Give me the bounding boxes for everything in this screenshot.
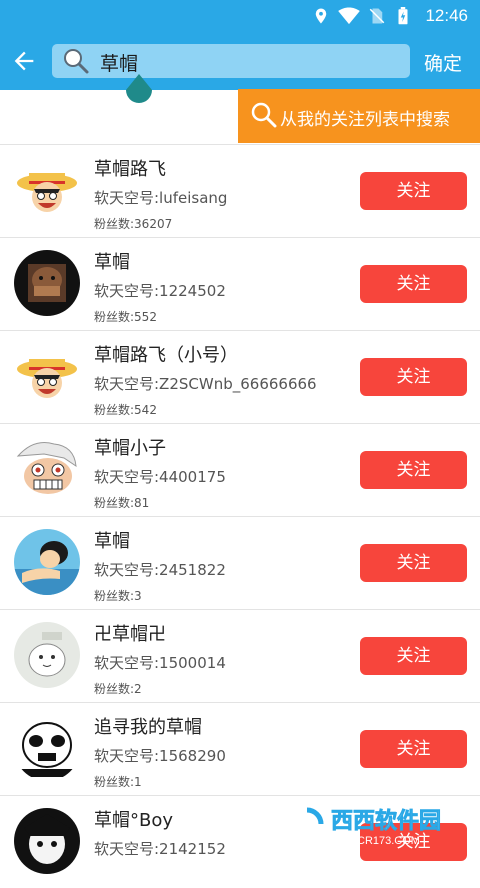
follow-button[interactable]: 关注 xyxy=(360,730,467,768)
avatar xyxy=(14,157,80,223)
follow-button[interactable]: 关注 xyxy=(360,544,467,582)
user-name: 草帽路飞（小号） xyxy=(94,345,238,366)
list-item[interactable]: 草帽小子 软天空号:4400175 粉丝数:81 关注 xyxy=(0,423,480,516)
watermark-sub: CR173.COM xyxy=(357,835,420,847)
list-item[interactable]: 卍草帽卍 软天空号:1500014 粉丝数:2 关注 xyxy=(0,609,480,702)
avatar xyxy=(14,529,80,595)
avatar xyxy=(14,343,80,409)
avatar xyxy=(14,808,80,874)
list-item[interactable]: 草帽路飞 软天空号:lufeisang 粉丝数:36207 关注 xyxy=(0,144,480,237)
user-id: 软天空号:1568290 xyxy=(94,747,226,765)
search-follow-list-button[interactable]: 从我的关注列表中搜索 xyxy=(238,89,480,143)
follow-button[interactable]: 关注 xyxy=(360,451,467,489)
fans-count: 粉丝数:81 xyxy=(94,496,150,510)
user-result-list: 草帽路飞 软天空号:lufeisang 粉丝数:36207 关注 草帽 软天空号… xyxy=(0,144,480,888)
user-id: 软天空号:1224502 xyxy=(94,282,226,300)
location-icon xyxy=(315,8,327,24)
user-id: 软天空号:2142152 xyxy=(94,840,226,858)
status-time: 12:46 xyxy=(425,6,468,25)
fans-count: 粉丝数:542 xyxy=(94,403,157,417)
text-cursor-handle-icon[interactable] xyxy=(126,74,152,106)
search-icon xyxy=(64,49,89,74)
user-id: 软天空号:Z2SCWnb_66666666 xyxy=(94,375,317,393)
user-id: 软天空号:lufeisang xyxy=(94,189,228,207)
user-name: 草帽小子 xyxy=(94,438,166,459)
battery-charging-icon xyxy=(398,7,408,25)
user-name: 草帽路飞 xyxy=(94,159,166,180)
search-value[interactable]: 草帽 xyxy=(100,49,138,76)
avatar xyxy=(14,436,80,502)
user-id: 软天空号:4400175 xyxy=(94,468,226,486)
user-name: 草帽 xyxy=(94,252,130,273)
follow-button[interactable]: 关注 xyxy=(360,265,467,303)
no-sim-icon xyxy=(369,8,385,24)
search-follow-list-label: 从我的关注列表中搜索 xyxy=(280,110,450,130)
user-id: 软天空号:2451822 xyxy=(94,561,226,579)
list-item[interactable]: 追寻我的草帽 软天空号:1568290 粉丝数:1 关注 xyxy=(0,702,480,795)
list-item[interactable]: 草帽 软天空号:2451822 粉丝数:3 关注 xyxy=(0,516,480,609)
list-item[interactable]: 草帽路飞（小号） 软天空号:Z2SCWnb_66666666 粉丝数:542 关… xyxy=(0,330,480,423)
follow-button[interactable]: 关注 xyxy=(360,637,467,675)
watermark-text: 西西软件园 xyxy=(331,808,441,834)
fans-count: 粉丝数:2 xyxy=(94,682,142,696)
avatar xyxy=(14,715,80,781)
user-name: 追寻我的草帽 xyxy=(94,717,202,738)
fans-count: 粉丝数:36207 xyxy=(94,217,173,231)
fans-count: 粉丝数:3 xyxy=(94,589,142,603)
list-item[interactable]: 草帽 软天空号:1224502 粉丝数:552 关注 xyxy=(0,237,480,330)
back-arrow-icon[interactable] xyxy=(10,47,38,75)
user-name: 草帽°Boy xyxy=(94,810,174,831)
search-input[interactable]: 草帽 xyxy=(52,44,410,78)
follow-button[interactable]: 关注 xyxy=(360,358,467,396)
status-bar: 12:46 xyxy=(0,0,480,34)
site-watermark-logo: 西西软件园 CR173.COM xyxy=(288,805,441,847)
confirm-button[interactable]: 确定 xyxy=(424,49,462,76)
user-id: 软天空号:1500014 xyxy=(94,654,226,672)
search-icon xyxy=(251,102,277,128)
app-bar: 草帽 确定 xyxy=(0,34,480,90)
avatar xyxy=(14,622,80,688)
follow-button[interactable]: 关注 xyxy=(360,172,467,210)
fans-count: 粉丝数:1 xyxy=(94,775,142,789)
user-name: 草帽 xyxy=(94,531,130,552)
fans-count: 粉丝数:552 xyxy=(94,310,157,324)
avatar xyxy=(14,250,80,316)
wifi-icon xyxy=(338,7,360,25)
user-name: 卍草帽卍 xyxy=(94,624,166,645)
